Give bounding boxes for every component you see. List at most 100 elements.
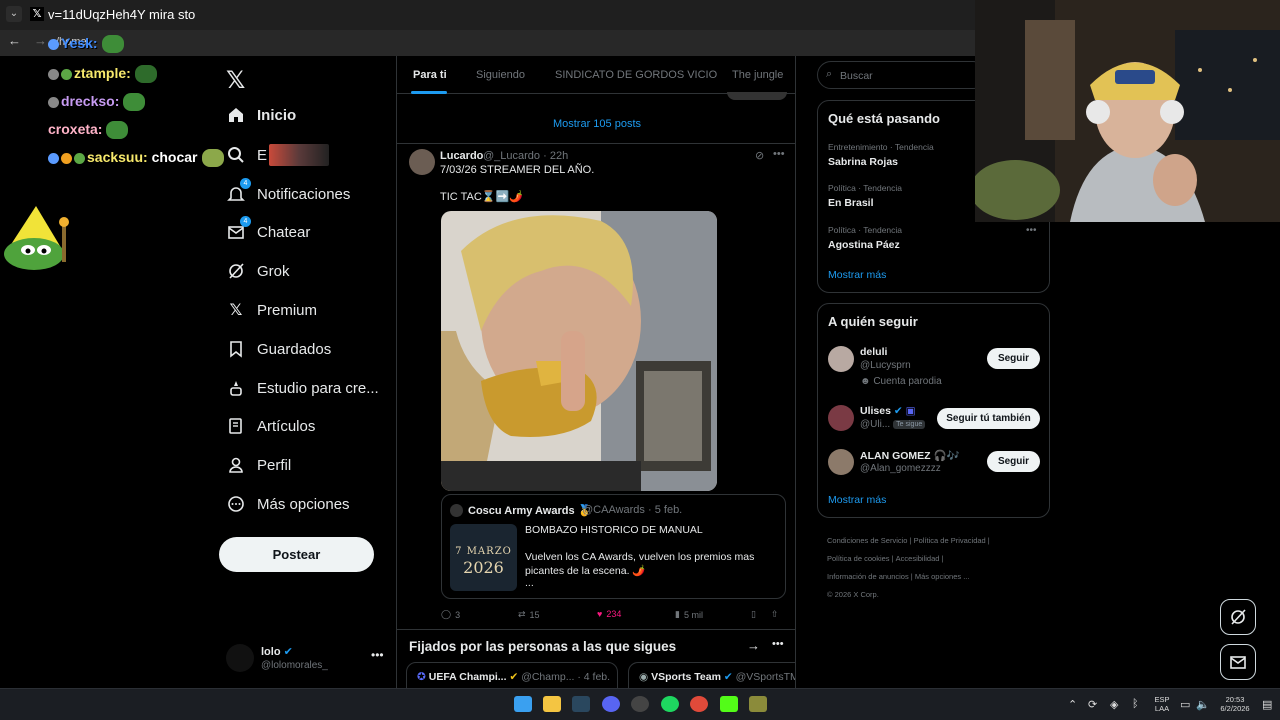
- chat-badge-icon: [61, 152, 72, 164]
- nav-item-explorar[interactable]: E: [226, 140, 330, 170]
- follow-button[interactable]: Seguir: [987, 451, 1040, 472]
- bookmark-icon: ▯: [751, 609, 756, 619]
- nav-item-chatear[interactable]: 4 Chatear: [226, 216, 311, 247]
- tray-chevron-icon[interactable]: ⌃: [1068, 698, 1077, 711]
- like-button[interactable]: ♥ 234: [597, 609, 621, 619]
- tab-sindicato[interactable]: SINDICATO DE GORDOS VICIO: [555, 69, 717, 81]
- search-box[interactable]: ⌕ Buscar: [817, 61, 987, 89]
- chat-message: sacksuu: chocar: [48, 149, 224, 168]
- follow-name[interactable]: ALAN GOMEZ 🎧🎶: [860, 449, 960, 462]
- trend-item[interactable]: Política · Tendencia En Brasil: [828, 183, 902, 209]
- footer-link[interactable]: Más opciones ...: [915, 572, 970, 581]
- active-tab-indicator: [411, 91, 447, 94]
- chat-badge-icon: [48, 96, 59, 108]
- pinned-card[interactable]: ✪ UEFA Champi... ✔ @Champ... · 4 feb.: [406, 662, 618, 688]
- follow-handle: @Uli... Te sigue: [860, 419, 926, 430]
- messages-fab-icon[interactable]: [1220, 644, 1256, 680]
- network-icon[interactable]: ▭: [1180, 698, 1190, 711]
- obs-icon[interactable]: [631, 696, 649, 712]
- tab-para-ti[interactable]: Para ti: [413, 69, 447, 81]
- quoted-tweet[interactable]: Coscu Army Awards 🥇 @CAAwards · 5 feb. 7…: [441, 494, 786, 599]
- kick-icon[interactable]: [720, 696, 738, 712]
- tab-title[interactable]: v=11dUqzHeh4Y mira sto: [48, 7, 195, 22]
- bookmark-button[interactable]: ▯: [751, 609, 756, 620]
- avatar[interactable]: [409, 149, 435, 175]
- volume-icon[interactable]: 🔈: [1196, 698, 1210, 711]
- grok-fab-icon[interactable]: [1220, 599, 1256, 635]
- spotify-icon[interactable]: [661, 696, 679, 712]
- more-dots-icon[interactable]: •••: [773, 148, 785, 160]
- search-icon: [226, 145, 246, 165]
- trends-show-more-link[interactable]: Mostrar más: [828, 269, 886, 281]
- avatar[interactable]: [828, 346, 854, 372]
- search-input[interactable]: Buscar: [840, 70, 873, 82]
- trend-item[interactable]: Política · Tendencia Agostina Páez: [828, 225, 902, 251]
- avatar[interactable]: [828, 405, 854, 431]
- nav-item-notificaciones[interactable]: 4 Notificaciones: [226, 178, 350, 209]
- show-new-posts-link[interactable]: Mostrar 105 posts: [397, 104, 795, 144]
- parody-mask-icon: ☻: [860, 376, 871, 387]
- arrow-right-icon[interactable]: →: [747, 638, 760, 653]
- avatar[interactable]: [828, 449, 854, 475]
- reply-button[interactable]: ◯ 3: [441, 609, 460, 620]
- clock[interactable]: 20:53 6/2/2026: [1212, 695, 1258, 713]
- back-arrow-icon[interactable]: ←: [8, 33, 21, 48]
- more-dots-icon[interactable]: •••: [371, 648, 384, 662]
- follows-you-badge: Te sigue: [893, 419, 926, 429]
- who-show-more-link[interactable]: Mostrar más: [828, 494, 886, 506]
- app-icon[interactable]: [749, 696, 767, 712]
- nav-item-premium[interactable]: 𝕏 Premium: [226, 295, 317, 325]
- footer-link[interactable]: Información de anuncios: [827, 572, 909, 581]
- steam-icon[interactable]: [572, 696, 590, 712]
- security-icon[interactable]: ◈: [1110, 698, 1118, 711]
- more-dots-icon[interactable]: •••: [1026, 225, 1037, 236]
- tab-the-jungle[interactable]: The jungle: [732, 69, 783, 81]
- footer-links: Condiciones de Servicio | Política de Pr…: [827, 536, 990, 599]
- chat-badge: 4: [240, 216, 251, 227]
- follow-name[interactable]: Ulises ✔ ▣: [860, 405, 916, 417]
- account-switcher[interactable]: lolo ✔ @lolomorales_ •••: [226, 644, 386, 674]
- tab-list-chevron-icon[interactable]: ⌄: [6, 6, 22, 22]
- follow-button[interactable]: Seguir: [987, 348, 1040, 369]
- nav-item-mas-opciones[interactable]: Más opciones: [226, 489, 350, 519]
- nav-item-articulos[interactable]: Artículos: [226, 411, 315, 441]
- tab-siguiendo[interactable]: Siguiendo: [476, 69, 525, 81]
- more-dots-icon[interactable]: •••: [772, 638, 784, 650]
- avatar: [226, 644, 254, 672]
- file-explorer-icon[interactable]: [543, 696, 561, 712]
- follow-name[interactable]: deluli: [860, 346, 887, 358]
- pepe-emote-icon: [134, 65, 157, 84]
- follow-back-button[interactable]: Seguir tú también: [937, 408, 1040, 429]
- nav-item-grok[interactable]: Grok: [226, 256, 290, 286]
- who-to-follow-panel: A quién seguir deluli @Lucysprn ☻ Cuenta…: [817, 303, 1050, 518]
- post-button[interactable]: Postear: [219, 537, 374, 572]
- tweet-photo[interactable]: [441, 211, 717, 491]
- tweet-author-name[interactable]: Lucardo: [440, 150, 483, 162]
- pinned-card[interactable]: ◉ VSports Team ✔ @VSportsTM: [628, 662, 795, 688]
- chrome-icon[interactable]: [690, 696, 708, 712]
- nav-item-guardados[interactable]: Guardados: [226, 334, 331, 364]
- trend-item[interactable]: Entretenimiento · Tendencia Sabrina Roja…: [828, 142, 934, 168]
- nav-label: Chatear: [257, 223, 311, 241]
- footer-link[interactable]: Política de Privacidad: [914, 536, 986, 545]
- sync-icon[interactable]: ⟳: [1088, 698, 1097, 711]
- windows-start-icon[interactable]: [514, 696, 532, 712]
- nav-label: Guardados: [257, 340, 332, 358]
- views-button[interactable]: ▮ 5 mil: [675, 609, 703, 620]
- footer-link[interactable]: Accesibilidad: [896, 554, 940, 563]
- nav-item-inicio[interactable]: Inicio: [226, 100, 296, 130]
- forward-arrow-icon[interactable]: →: [34, 33, 47, 48]
- repost-button[interactable]: ⇄ 15: [518, 609, 540, 620]
- discord-icon[interactable]: [602, 696, 620, 712]
- grok-icon[interactable]: ⊘: [755, 149, 764, 162]
- input-language[interactable]: ESP LAA: [1152, 695, 1172, 713]
- quote-image-date: 7 MARZO: [455, 546, 512, 557]
- bluetooth-icon[interactable]: ᛒ: [1132, 698, 1139, 710]
- footer-link[interactable]: Condiciones de Servicio: [827, 536, 907, 545]
- nav-item-estudio[interactable]: Estudio para cre...: [226, 373, 379, 403]
- nav-item-perfil[interactable]: Perfil: [226, 450, 291, 480]
- share-button[interactable]: ⇧: [771, 609, 779, 620]
- x-logo-icon[interactable]: 𝕏: [226, 66, 245, 95]
- notifications-icon[interactable]: ▤: [1262, 698, 1272, 711]
- footer-link[interactable]: Política de cookies: [827, 554, 890, 563]
